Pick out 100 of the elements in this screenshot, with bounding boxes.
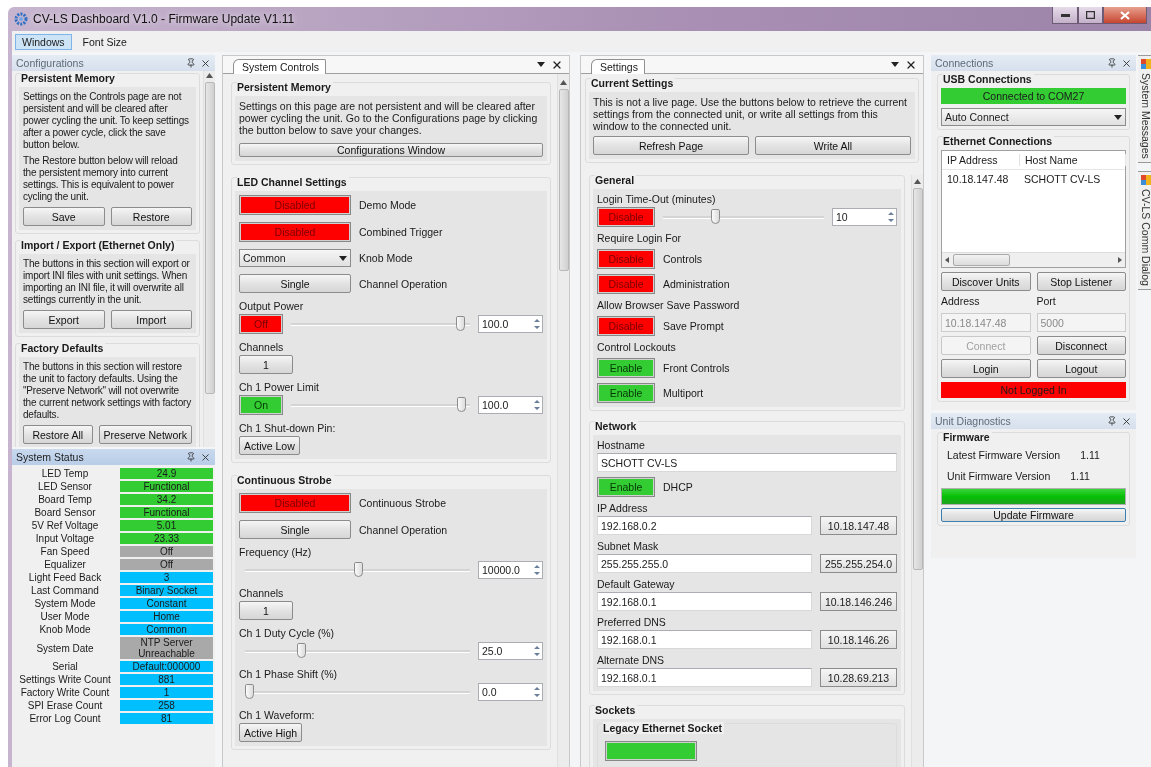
- spin-arrows-icon[interactable]: [532, 398, 542, 412]
- column-header[interactable]: IP Address: [942, 154, 1020, 166]
- action-button[interactable]: Stop Listener: [1036, 272, 1126, 291]
- number-field[interactable]: 100.0: [478, 315, 543, 333]
- spin-arrows-icon[interactable]: [532, 685, 542, 699]
- side-tab[interactable]: System Messages: [1138, 55, 1151, 163]
- action-button[interactable]: Refresh Page: [593, 136, 749, 155]
- dropdown[interactable]: Auto Connect: [941, 108, 1126, 126]
- status-value: Home: [120, 611, 213, 622]
- toggle-button[interactable]: Enable: [597, 358, 655, 378]
- toggle-button[interactable]: Enable: [597, 383, 655, 403]
- option-button[interactable]: Active Low: [239, 436, 300, 455]
- text-field[interactable]: SCHOTT CV-LS: [597, 453, 897, 472]
- text-field[interactable]: 192.168.0.1: [597, 668, 812, 687]
- number-field[interactable]: 10: [832, 208, 897, 226]
- horizontal-scrollbar[interactable]: [942, 252, 1125, 267]
- action-button[interactable]: Logout: [1036, 359, 1126, 378]
- option-button[interactable]: Active High: [239, 723, 303, 742]
- scrollbar[interactable]: [557, 74, 569, 767]
- action-button[interactable]: Import: [110, 310, 192, 329]
- toggle-button[interactable]: [605, 741, 697, 761]
- text-field[interactable]: 192.168.0.1: [597, 592, 812, 611]
- maximize-button[interactable]: [1078, 7, 1103, 24]
- status-label: System Mode: [33, 598, 97, 609]
- slider-thumb[interactable]: [353, 562, 363, 577]
- number-field[interactable]: 10000.0: [478, 561, 543, 579]
- toggle-button[interactable]: On: [239, 395, 283, 415]
- action-button[interactable]: Disconnect: [1036, 336, 1126, 355]
- minimize-button[interactable]: [1052, 7, 1078, 24]
- menu-item[interactable]: Windows: [15, 33, 72, 50]
- text-field[interactable]: 192.168.0.2: [597, 516, 812, 535]
- number-field[interactable]: 25.0: [478, 642, 543, 660]
- version-label: Latest Firmware Version: [947, 449, 1061, 461]
- status-label: Board Temp: [37, 494, 93, 505]
- side-tab[interactable]: CV-LS Comm Dialog: [1138, 170, 1151, 290]
- option-button[interactable]: 1: [239, 355, 293, 374]
- option-button[interactable]: 1: [239, 601, 293, 620]
- table-cell[interactable]: 10.18.147.48: [942, 172, 1019, 185]
- scrollbar[interactable]: [203, 71, 215, 447]
- table-cell[interactable]: SCHOTT CV-LS: [1019, 172, 1124, 185]
- scroll-thumb[interactable]: [912, 188, 923, 570]
- scroll-thumb[interactable]: [204, 82, 215, 394]
- number-field[interactable]: 0.0: [478, 683, 543, 701]
- pin-icon[interactable]: [186, 452, 196, 462]
- scroll-left-icon[interactable]: [945, 257, 949, 263]
- group-title: Legacy Ethernet Socket: [603, 722, 725, 734]
- text-field[interactable]: 192.168.0.1: [597, 630, 812, 649]
- pin-icon[interactable]: [1107, 58, 1117, 68]
- close-icon[interactable]: [1121, 57, 1132, 69]
- spin-arrows-icon[interactable]: [532, 563, 542, 577]
- column-header[interactable]: Host Name: [1020, 154, 1126, 166]
- spin-arrows-icon[interactable]: [532, 644, 542, 658]
- slider-thumb[interactable]: [245, 684, 254, 699]
- scroll-thumb[interactable]: [558, 89, 569, 271]
- close-icon[interactable]: [200, 451, 211, 463]
- slider-thumb[interactable]: [457, 397, 467, 412]
- spin-arrows-icon[interactable]: [532, 317, 542, 331]
- mode-button[interactable]: Single: [239, 520, 351, 539]
- slider-thumb[interactable]: [297, 643, 307, 658]
- close-button[interactable]: [1103, 7, 1147, 24]
- scroll-up-icon[interactable]: [914, 179, 921, 184]
- scroll-up-icon[interactable]: [560, 80, 567, 85]
- toggle-button[interactable]: Enable: [597, 477, 655, 497]
- slider-thumb[interactable]: [710, 209, 720, 224]
- toggle-label: Administration: [663, 278, 730, 290]
- scroll-right-icon[interactable]: [1118, 257, 1122, 263]
- version-value: 1.11: [1070, 470, 1090, 482]
- close-icon[interactable]: [1121, 415, 1132, 427]
- dropdown-caret-icon[interactable]: [339, 255, 347, 261]
- text-field[interactable]: 255.255.255.0: [597, 554, 812, 573]
- action-button[interactable]: Save: [23, 207, 105, 226]
- group-title: Ethernet Connections: [943, 135, 1055, 147]
- document-tab[interactable]: Settings: [591, 59, 645, 74]
- action-button[interactable]: Export: [23, 310, 105, 329]
- dropdown-caret-icon[interactable]: [891, 62, 899, 67]
- mode-button[interactable]: Single: [239, 274, 351, 293]
- wide-button[interactable]: Configurations Window: [239, 143, 543, 157]
- dropdown[interactable]: Common: [239, 249, 351, 267]
- scroll-up-icon[interactable]: [206, 73, 213, 78]
- status-label: Factory Write Count: [19, 687, 111, 698]
- slider-thumb[interactable]: [455, 316, 465, 331]
- menu-item[interactable]: Font Size: [75, 33, 134, 50]
- group-title: Sockets: [595, 704, 638, 716]
- action-button[interactable]: Discover Units: [941, 272, 1031, 291]
- pin-icon[interactable]: [186, 58, 196, 68]
- scrollbar[interactable]: [911, 175, 923, 767]
- action-button[interactable]: Login: [941, 359, 1031, 378]
- pin-icon[interactable]: [1107, 416, 1117, 426]
- action-button[interactable]: Write All: [755, 136, 911, 155]
- close-icon[interactable]: [200, 57, 211, 69]
- action-button[interactable]: Restore: [110, 207, 192, 226]
- update-button[interactable]: Update Firmware: [941, 508, 1126, 522]
- spin-arrows-icon[interactable]: [886, 210, 896, 224]
- dropdown-caret-icon[interactable]: [1114, 114, 1122, 120]
- action-button[interactable]: Restore All: [23, 425, 93, 444]
- dropdown-caret-icon[interactable]: [537, 62, 545, 67]
- number-field[interactable]: 100.0: [478, 396, 543, 414]
- action-button[interactable]: Preserve Network: [98, 425, 192, 444]
- document-tab[interactable]: System Controls: [233, 59, 327, 74]
- field-label: Preferred DNS: [597, 616, 667, 628]
